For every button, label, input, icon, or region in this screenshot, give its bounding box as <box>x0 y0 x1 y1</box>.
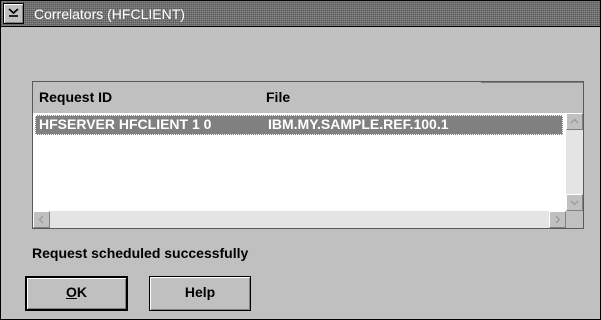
correlators-window: Correlators (HFCLIENT) Request ID File H… <box>0 0 601 320</box>
list-row-selected[interactable]: HFSERVER HFCLIENT 1 0 IBM.MY.SAMPLE.REF.… <box>35 115 563 135</box>
vertical-scrollbar[interactable] <box>566 113 583 211</box>
scroll-down-button[interactable] <box>566 194 583 211</box>
ok-button-label: OK <box>66 278 87 307</box>
scroll-up-icon <box>570 118 579 124</box>
scroll-left-icon <box>38 215 44 224</box>
scroll-up-button[interactable] <box>566 113 583 130</box>
cell-request-id: HFSERVER HFCLIENT 1 0 <box>39 116 212 132</box>
system-menu-button[interactable] <box>3 3 24 24</box>
scroll-right-button[interactable] <box>549 211 566 228</box>
status-message: Request scheduled successfully <box>32 245 249 261</box>
help-button[interactable]: Help <box>149 276 251 311</box>
horizontal-scrollbar[interactable] <box>33 211 566 228</box>
ok-label-rest: K <box>76 284 87 300</box>
cell-file: IBM.MY.SAMPLE.REF.100.1 <box>268 116 449 132</box>
title-bar[interactable]: Correlators (HFCLIENT) <box>1 1 600 27</box>
scrollbar-corner <box>566 211 583 228</box>
ok-mnemonic: O <box>65 284 77 300</box>
system-menu-icon <box>8 8 19 17</box>
list-content[interactable]: HFSERVER HFCLIENT 1 0 IBM.MY.SAMPLE.REF.… <box>33 113 566 211</box>
scroll-right-icon <box>555 215 561 224</box>
window-title: Correlators (HFCLIENT) <box>34 6 185 22</box>
correlator-list[interactable]: Request ID File HFSERVER HFCLIENT 1 0 IB… <box>32 81 584 229</box>
list-header: Request ID File <box>33 82 481 114</box>
column-header-request-id[interactable]: Request ID <box>39 89 112 105</box>
scroll-left-button[interactable] <box>33 211 50 228</box>
ok-button[interactable]: OK <box>25 276 128 311</box>
help-button-label: Help <box>184 284 216 300</box>
scroll-down-icon <box>570 200 579 206</box>
column-header-file[interactable]: File <box>266 89 290 105</box>
